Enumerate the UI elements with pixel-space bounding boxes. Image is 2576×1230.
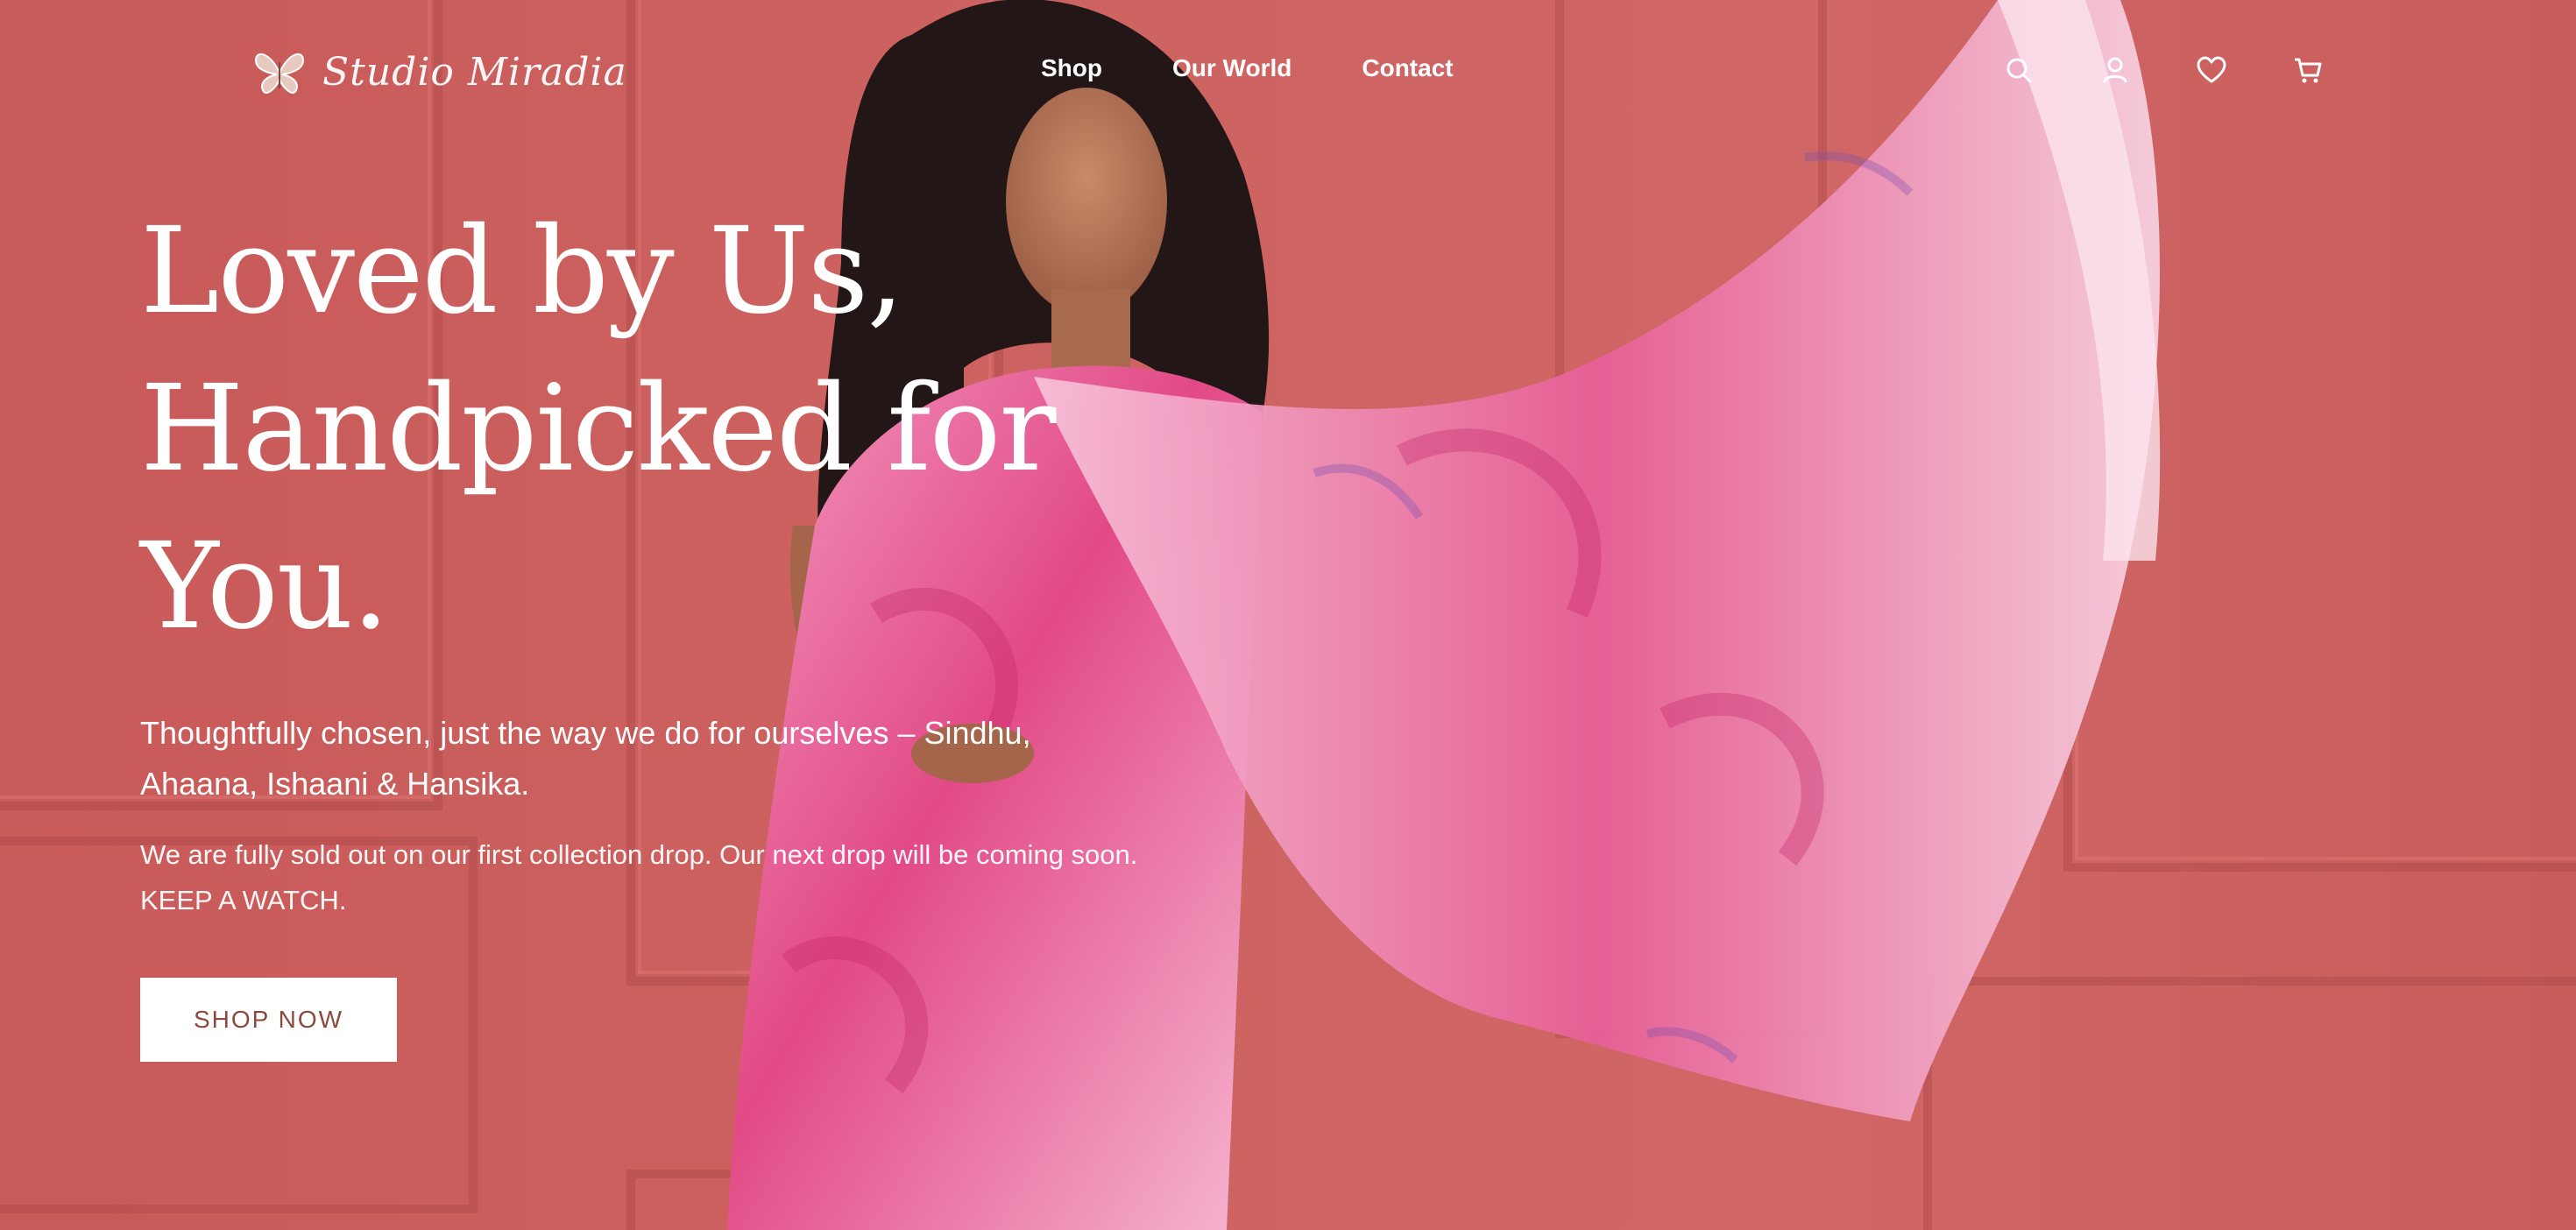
nav-link-our-world[interactable]: Our World <box>1172 54 1292 82</box>
shop-now-button[interactable]: SHOP NOW <box>140 978 397 1062</box>
main-nav: Shop Our World Contact <box>1041 54 1454 82</box>
account-icon[interactable] <box>2099 54 2131 86</box>
cart-icon[interactable] <box>2292 54 2324 86</box>
hero-headline-line-1: Loved by Us, <box>140 202 905 341</box>
wishlist-heart-icon[interactable] <box>2196 54 2227 86</box>
search-icon[interactable] <box>2003 54 2035 86</box>
hero-headline-line-2: Handpicked for <box>140 360 1056 498</box>
butterfly-icon <box>254 53 305 94</box>
brand-logo[interactable]: Studio Miradia <box>252 44 627 100</box>
sold-out-notice: We are fully sold out on our first colle… <box>140 839 1138 915</box>
header-icons <box>2003 54 2324 86</box>
nav-link-shop[interactable]: Shop <box>1041 54 1102 82</box>
nav-link-contact[interactable]: Contact <box>1362 54 1453 82</box>
brand-name: Studio Miradia <box>322 49 627 95</box>
hero-headline: Loved by Us, Handpicked for You. <box>140 193 1192 666</box>
hero-subheading: Thoughtfully chosen, just the way we do … <box>140 715 1031 802</box>
hero-headline-line-3: You. <box>140 518 390 656</box>
site-header: Studio Miradia Shop Our World Contact <box>0 0 2576 149</box>
